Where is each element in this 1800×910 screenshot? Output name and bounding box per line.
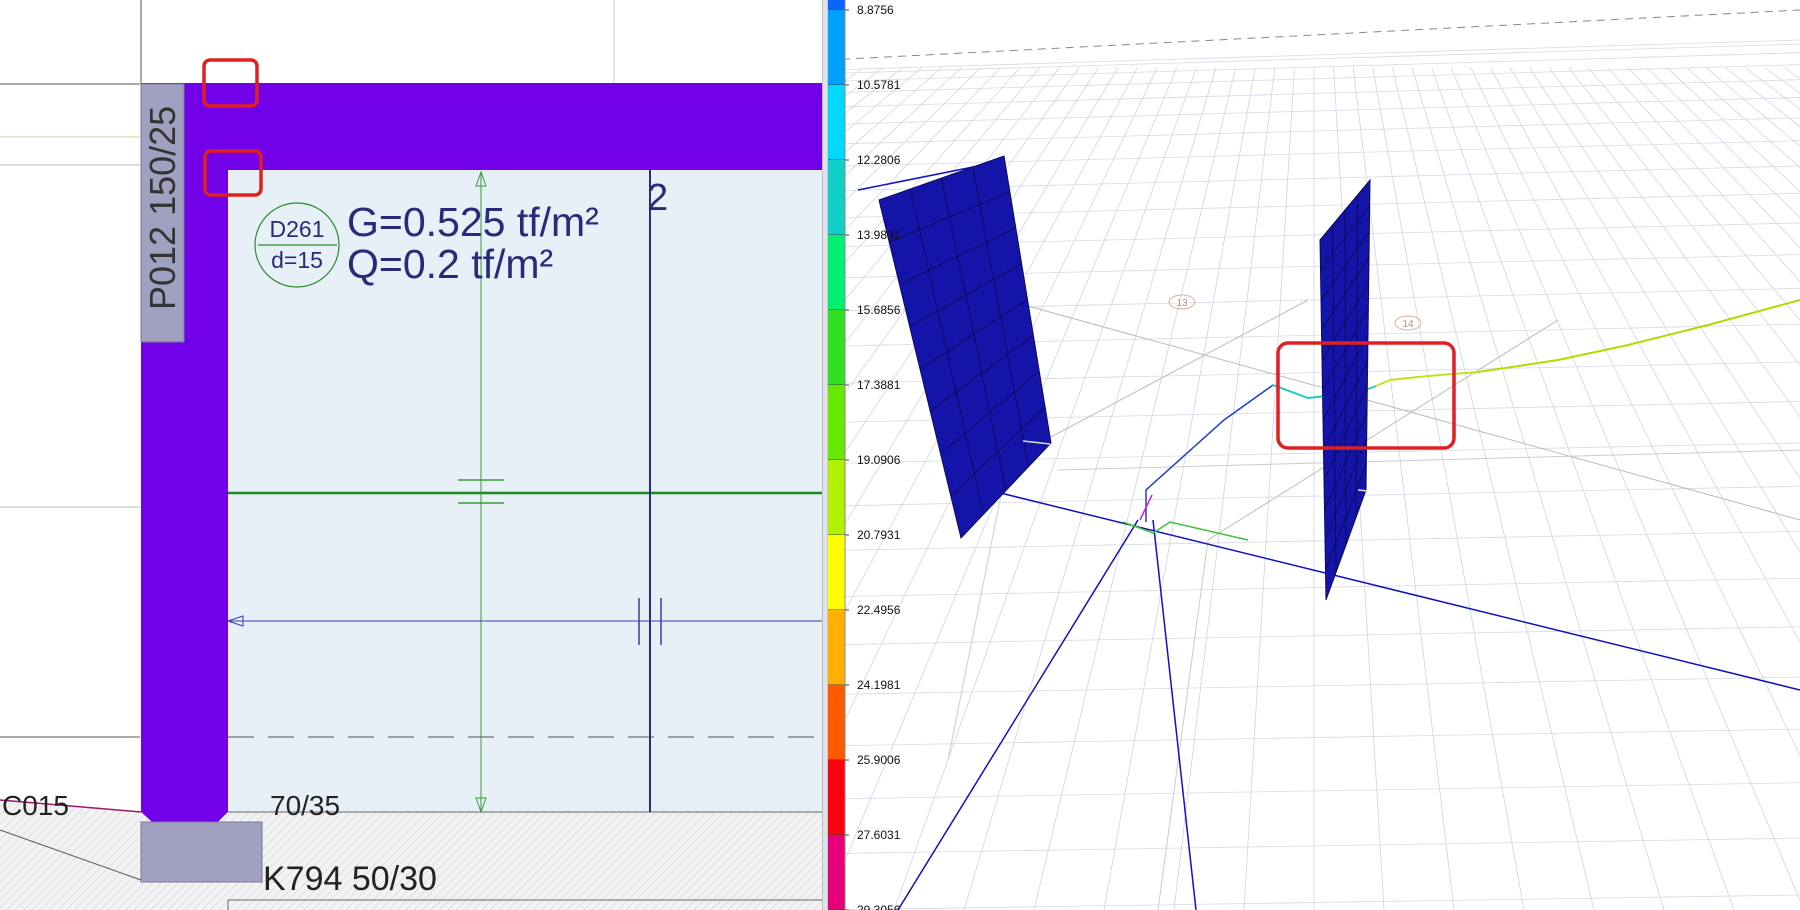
legend-label: 25.9006 — [857, 753, 901, 767]
grid-line — [1033, 67, 1236, 910]
legend-swatch — [828, 10, 845, 85]
legend-label: 10.5781 — [857, 78, 901, 92]
grid-line — [1392, 67, 1595, 910]
legend-label: 8.8756 — [857, 3, 894, 17]
beam-size-label: 70/35 — [270, 790, 340, 821]
legend-label: 13.9831 — [857, 228, 901, 242]
grid-line — [1411, 67, 1665, 910]
color-legend[interactable]: 8.8756 10.5781 12.2806 13.9831 15.6856 17.388… — [828, 0, 901, 910]
legend-swatch — [828, 685, 845, 760]
legend-label: 19.0906 — [857, 453, 901, 467]
grid-line — [1372, 67, 1525, 910]
legend-label: 27.6031 — [857, 828, 901, 842]
legend-swatch — [828, 610, 845, 685]
frame-member — [967, 484, 1800, 691]
grid-line — [1007, 299, 1309, 461]
plan-view[interactable]: D261 d=15 G=0.525 tf/m² Q=0.2 tf/m² 2 P0… — [0, 0, 822, 910]
result-beam — [1122, 521, 1249, 541]
legend-swatch — [828, 160, 845, 235]
legend-label: 20.7931 — [857, 528, 901, 542]
legend-swatch — [828, 310, 845, 385]
legend-label: 15.6856 — [857, 303, 901, 317]
legend-swatch — [828, 760, 845, 835]
load-q: Q=0.2 tf/m² — [347, 241, 553, 287]
legend-swatch — [828, 385, 845, 460]
grid-line — [828, 9, 1800, 61]
grid-line — [1103, 67, 1256, 910]
legend-swatch — [828, 85, 845, 160]
legend-swatch — [828, 835, 845, 910]
legend-swatch — [828, 460, 845, 535]
legend-label: 17.3881 — [857, 378, 901, 392]
slab-id: D261 — [270, 216, 325, 242]
model-3d-view[interactable]: 13 14 8.8756 10.5781 12.2806 13.9831 15.6856… — [828, 0, 1800, 910]
column-label: P012 150/25 — [142, 106, 183, 310]
slab-thickness: d=15 — [271, 247, 323, 273]
load-g: G=0.525 tf/m² — [347, 199, 599, 245]
model-canvas: 13 14 8.8756 10.5781 12.2806 13.9831 15.6856… — [828, 0, 1800, 910]
legend-swatch — [828, 0, 845, 10]
beam-left-label: C015 — [2, 790, 69, 821]
grid-label-a: 13 — [1176, 298, 1188, 309]
grid-line — [1243, 67, 1295, 910]
grid-line — [1173, 67, 1276, 910]
legend-label: 22.4956 — [857, 603, 901, 617]
frame-member — [1145, 384, 1274, 522]
grid-label-b: 14 — [1402, 319, 1414, 330]
frame-member — [1152, 519, 1197, 910]
grid-line — [1057, 449, 1800, 471]
legend-swatch — [828, 235, 845, 310]
grid-line — [828, 39, 1800, 71]
result-beam — [1477, 299, 1800, 373]
frame-member — [897, 519, 1139, 910]
axis-label: 2 — [647, 177, 668, 219]
panel-edge — [1357, 489, 1369, 492]
legend-label: 12.2806 — [857, 153, 901, 167]
beam-column-square[interactable] — [140, 821, 263, 883]
beam-bottom-label: K794 50/30 — [263, 860, 437, 898]
grid-line — [1157, 539, 1209, 910]
grid-line — [1207, 319, 1559, 541]
legend-swatch — [828, 535, 845, 610]
legend-label: 29.3056 — [857, 903, 901, 910]
plan-canvas: D261 d=15 G=0.525 tf/m² Q=0.2 tf/m² 2 P0… — [0, 0, 822, 910]
legend-label: 24.1981 — [857, 678, 901, 692]
